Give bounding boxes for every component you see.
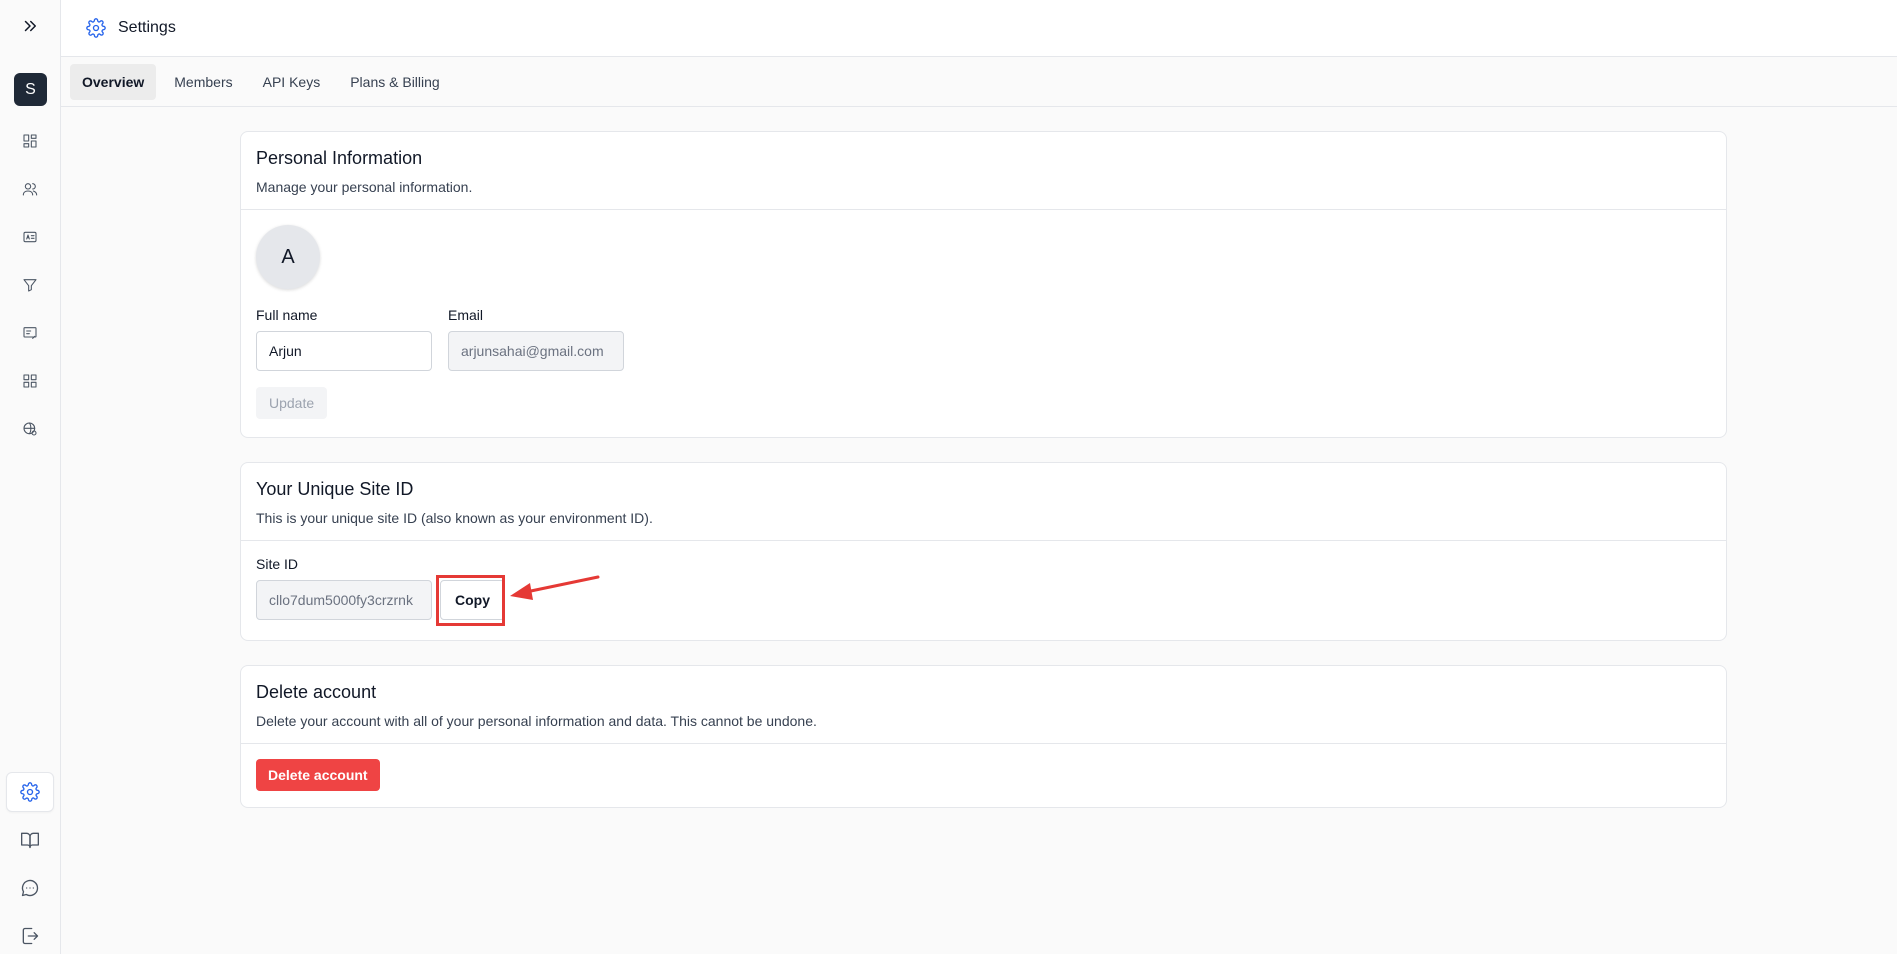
full-name-label: Full name <box>256 307 318 323</box>
sidebar-item-environment[interactable] <box>6 409 54 449</box>
sidebar-item-dashboard[interactable] <box>6 121 54 161</box>
card-title: Personal Information <box>256 148 423 168</box>
site-id-input[interactable]: cllo7dum5000fy3crzrnk <box>256 580 432 620</box>
card-description: This is your unique site ID (also known … <box>256 510 653 526</box>
card-body: Delete account <box>241 744 1726 806</box>
profile-avatar[interactable]: A <box>256 225 320 289</box>
profile-fields: Full name Email <box>256 307 1711 371</box>
forms-icon <box>23 327 37 339</box>
delete-account-card: Delete account Delete your account with … <box>240 665 1727 808</box>
sidebar-item-integrations[interactable] <box>6 361 54 401</box>
settings-gear-icon <box>86 18 106 38</box>
copy-button[interactable]: Copy <box>440 580 505 620</box>
id-card-icon <box>23 231 37 243</box>
email-label: Email <box>448 307 484 323</box>
site-id-card: Your Unique Site ID This is your unique … <box>240 462 1727 641</box>
sidebar-item-settings[interactable] <box>6 772 54 812</box>
message-circle-icon <box>21 879 39 897</box>
sidebar-item-chat[interactable] <box>6 868 54 908</box>
card-body: Site ID cllo7dum5000fy3crzrnk Copy <box>241 541 1726 635</box>
dashboard-icon <box>23 134 37 148</box>
tab-members[interactable]: Members <box>162 64 244 100</box>
full-name-input[interactable] <box>256 331 432 371</box>
card-body: A Full name Email Update <box>241 210 1726 434</box>
sidebar-item-attributes[interactable] <box>6 217 54 257</box>
workspace-avatar[interactable]: S <box>14 73 47 106</box>
site-id-label: Site ID <box>256 556 299 572</box>
annotation-arrow <box>510 575 600 600</box>
card-header: Your Unique Site ID This is your unique … <box>241 463 1726 541</box>
email-field-group: Email <box>448 307 624 371</box>
site-id-row: cllo7dum5000fy3crzrnk Copy <box>256 575 1711 626</box>
update-button[interactable]: Update <box>256 387 328 419</box>
card-description: Manage your personal information. <box>256 179 473 195</box>
globe-icon <box>23 422 37 436</box>
sidebar-item-filters[interactable] <box>6 265 54 305</box>
personal-information-card: Personal Information Manage your persona… <box>240 131 1727 438</box>
settings-tabs: Overview Members API Keys Plans & Billin… <box>61 57 1897 107</box>
filter-icon <box>23 279 37 292</box>
sidebar-item-people[interactable] <box>6 169 54 209</box>
card-header: Personal Information Manage your persona… <box>241 132 1726 210</box>
sidebar-item-forms[interactable] <box>6 313 54 353</box>
chevrons-right-icon <box>24 20 36 32</box>
delete-account-button[interactable]: Delete account <box>256 759 380 791</box>
tab-plans-billing[interactable]: Plans & Billing <box>338 64 452 100</box>
tab-api-keys[interactable]: API Keys <box>251 64 333 100</box>
users-icon <box>22 183 38 196</box>
copy-button-wrapper: Copy <box>436 575 505 626</box>
card-title: Your Unique Site ID <box>256 479 414 499</box>
full-name-field-group: Full name <box>256 307 432 371</box>
tab-overview[interactable]: Overview <box>70 63 157 100</box>
top-header: Settings <box>61 0 1897 57</box>
sidebar: S <box>0 0 61 954</box>
book-open-icon <box>21 832 39 849</box>
sidebar-item-logout[interactable] <box>6 916 54 954</box>
gear-icon <box>20 782 40 802</box>
logout-icon <box>22 927 39 945</box>
page-title: Settings <box>118 19 176 36</box>
card-header: Delete account Delete your account with … <box>241 666 1726 744</box>
email-input <box>448 331 624 371</box>
sidebar-item-docs[interactable] <box>6 820 54 860</box>
grid-icon <box>23 374 37 388</box>
card-description: Delete your account with all of your per… <box>256 713 817 729</box>
expand-sidebar-button[interactable] <box>10 10 50 42</box>
card-title: Delete account <box>256 682 377 702</box>
